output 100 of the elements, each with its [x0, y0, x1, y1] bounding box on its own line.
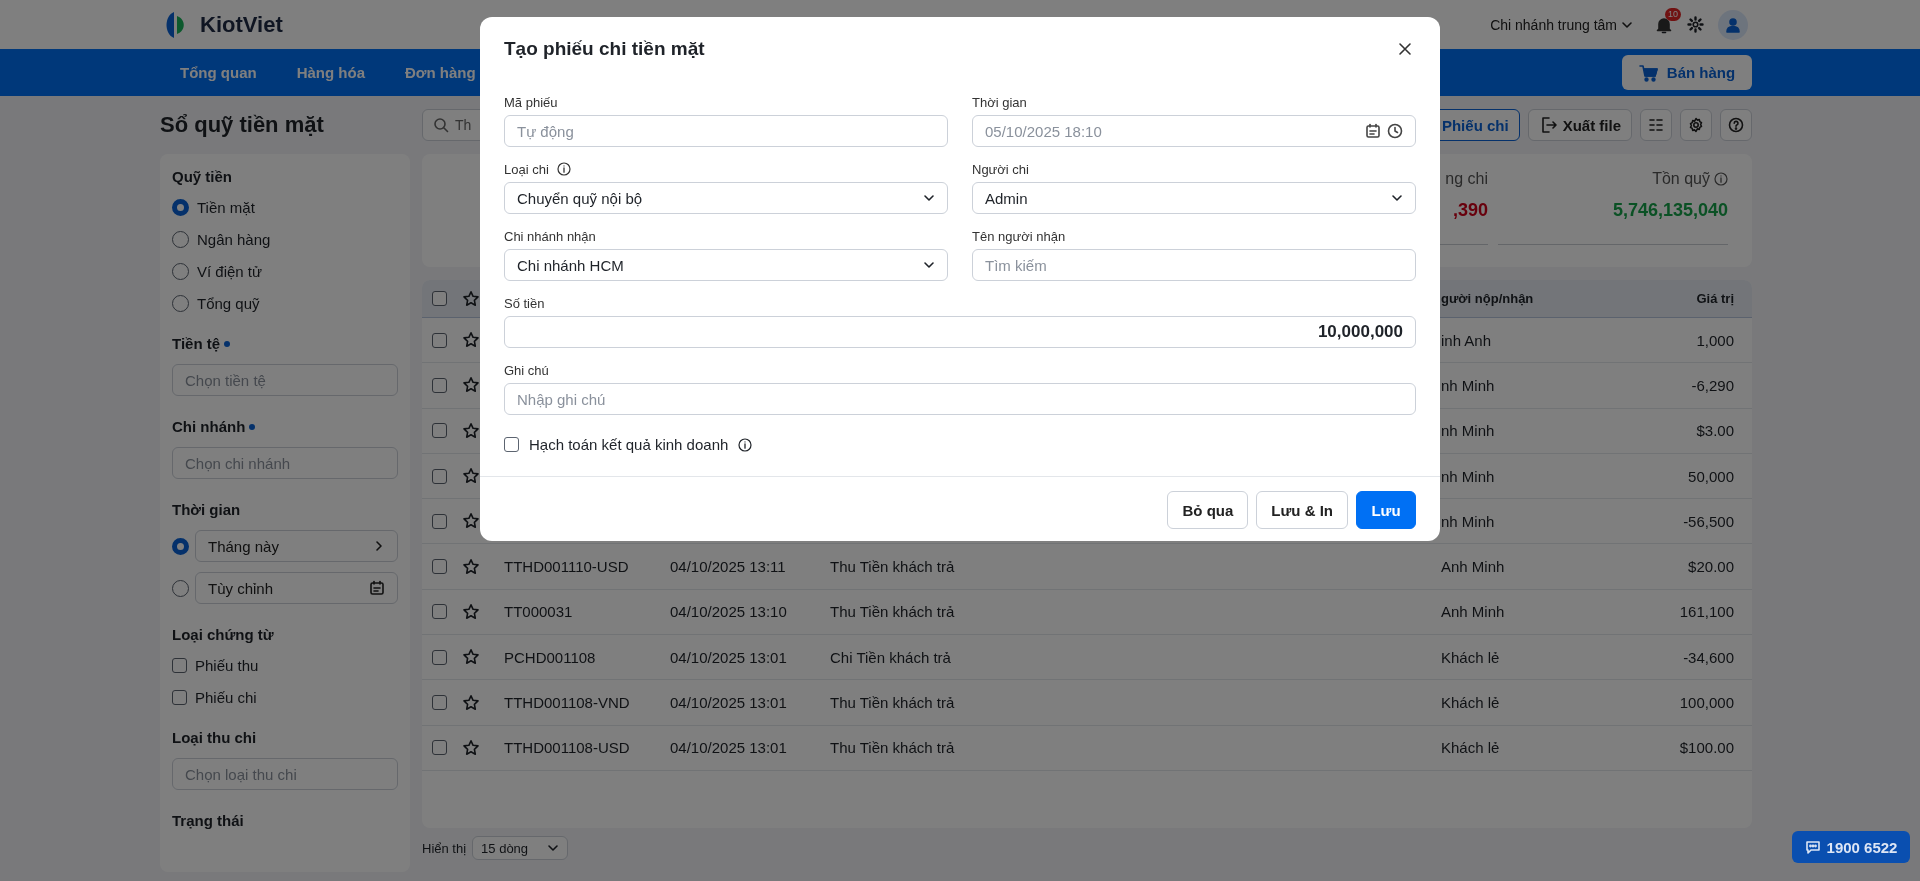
- checkbox-label[interactable]: Hạch toán kết quả kinh doanh: [529, 436, 729, 453]
- star-icon[interactable]: [462, 602, 480, 621]
- row-checkbox[interactable]: [432, 649, 447, 665]
- table-cell-text: 04/10/2025 13:01: [669, 694, 788, 711]
- option-label[interactable]: Phiếu thu: [195, 656, 259, 674]
- section-title: Loại thu chi: [172, 729, 257, 746]
- row-checkbox[interactable]: [432, 468, 447, 484]
- row-checkbox[interactable]: [432, 332, 447, 348]
- dropdown[interactable]: Admin: [972, 182, 1416, 214]
- nav-item[interactable]: Hàng hóa: [276, 64, 385, 81]
- table-cell-text: -56,500: [1682, 512, 1735, 530]
- table-cell-text: 50,000: [1687, 467, 1735, 485]
- star-icon[interactable]: [462, 738, 480, 757]
- table-cell-text: 1,000: [1695, 331, 1735, 349]
- option-label[interactable]: Phiếu chi: [195, 688, 257, 706]
- row-checkbox[interactable]: [432, 604, 447, 620]
- star-icon[interactable]: [462, 693, 480, 712]
- input-field[interactable]: Tự động: [504, 115, 948, 147]
- page-size-select[interactable]: 15 dòng: [472, 836, 569, 860]
- input-field[interactable]: Tìm kiếm: [972, 249, 1416, 281]
- period-field[interactable]: Tháng này: [195, 530, 398, 562]
- option-label[interactable]: Tiền mặt: [197, 198, 255, 216]
- row-checkbox[interactable]: [432, 740, 447, 756]
- radio-button[interactable]: [172, 262, 189, 280]
- table-cell-text: $100.00: [1678, 739, 1735, 757]
- action-button[interactable]: Bỏ qua: [1167, 491, 1249, 529]
- settings-button[interactable]: [1680, 109, 1712, 141]
- radio-button[interactable]: [172, 294, 189, 312]
- option-label[interactable]: Ví điện tử: [197, 262, 263, 280]
- dropdown[interactable]: Chuyển quỹ nội bộ: [504, 182, 948, 214]
- option-label[interactable]: Ngân hàng: [197, 230, 271, 248]
- row-checkbox[interactable]: [432, 423, 447, 439]
- section-title: Quỹ tiền: [172, 168, 232, 185]
- table-cell-text: Anh Minh: [1440, 558, 1506, 576]
- hotline-button[interactable]: 1900 6522: [1792, 831, 1910, 863]
- dropdown[interactable]: Chi nhánh HCM: [504, 249, 948, 281]
- datetime-field[interactable]: 05/10/2025 18:10: [972, 115, 1416, 147]
- section-title: Thời gian: [172, 501, 241, 518]
- row-checkbox[interactable]: [432, 559, 447, 575]
- settings-icon[interactable]: [1687, 16, 1704, 33]
- star-icon[interactable]: [462, 376, 480, 395]
- column-header[interactable]: Giá trị: [1600, 291, 1742, 306]
- nav-item[interactable]: Tổng quan: [160, 64, 277, 81]
- sell-button[interactable]: Bán hàng: [1622, 55, 1752, 90]
- option-label[interactable]: Tổng quỹ: [197, 294, 260, 312]
- table-cell-text: TTHD001108-USD: [503, 739, 631, 757]
- radio-button[interactable]: [172, 537, 189, 555]
- star-icon[interactable]: [462, 467, 480, 486]
- radio-button[interactable]: [172, 230, 189, 248]
- period-field[interactable]: Tùy chỉnh: [195, 572, 398, 604]
- star-icon[interactable]: [462, 331, 480, 350]
- input-field[interactable]: Nhập ghi chú: [504, 383, 1416, 415]
- calendar-icon: [369, 580, 385, 596]
- section-title: Loại chứng từ: [172, 626, 274, 643]
- table-cell-text: $20.00: [1687, 558, 1735, 576]
- bell-icon[interactable]: [1655, 15, 1673, 34]
- export-button[interactable]: Xuất file: [1527, 109, 1632, 141]
- table-cell-text: nh Minh: [1440, 467, 1496, 485]
- save-button[interactable]: Lưu: [1356, 491, 1416, 529]
- table-cell-text: Khách lẻ: [1440, 648, 1501, 666]
- row-checkbox[interactable]: [432, 695, 447, 710]
- chat-icon: [1804, 839, 1821, 855]
- help-button[interactable]: [1720, 109, 1752, 141]
- star-icon[interactable]: [462, 512, 480, 531]
- checkbox[interactable]: [172, 657, 187, 673]
- chevron-right-icon: [373, 540, 385, 552]
- table-cell-text: TTHD001108-VND: [503, 694, 631, 711]
- star-icon[interactable]: [462, 648, 480, 667]
- avatar[interactable]: [1718, 9, 1748, 40]
- section-title: Tiền tệ: [172, 335, 221, 352]
- field-label: Ghi chú: [504, 362, 549, 378]
- table-cell-text: -34,600: [1682, 648, 1735, 666]
- table-cell-text: 04/10/2025 13:11: [669, 558, 787, 576]
- star-icon[interactable]: [462, 289, 480, 308]
- star-icon[interactable]: [462, 421, 480, 440]
- row-checkbox[interactable]: [432, 513, 447, 529]
- action-button[interactable]: Lưu & In: [1256, 491, 1348, 529]
- radio-button[interactable]: [172, 198, 189, 216]
- radio-button[interactable]: [172, 579, 189, 597]
- settings-icon: [1688, 117, 1704, 133]
- cart-icon: [1638, 63, 1659, 82]
- help-icon: [1728, 117, 1744, 133]
- summary-label: Tồn quỹ: [1652, 170, 1710, 188]
- checkbox[interactable]: [172, 689, 187, 705]
- amount-field[interactable]: 10,000,000: [504, 316, 1416, 348]
- select-all-checkbox[interactable]: [432, 291, 447, 306]
- table-cell-text: Thu Tiền khách trả: [829, 739, 956, 757]
- clock-icon: [1387, 123, 1403, 139]
- field-label: Người chi: [972, 161, 1029, 177]
- table-cell-text: Chi Tiền khách trả: [829, 648, 952, 666]
- chevron-down-icon: [923, 192, 935, 204]
- search-icon: [433, 117, 449, 133]
- star-icon[interactable]: [462, 557, 480, 576]
- row-checkbox[interactable]: [432, 377, 447, 393]
- table-cell-text: Thu Tiền khách trả: [829, 694, 956, 711]
- table-cell-text: TT000031: [503, 603, 574, 621]
- columns-button[interactable]: [1640, 109, 1672, 141]
- branch-selector[interactable]: Chi nhánh trung tâm: [1490, 16, 1633, 33]
- checkbox[interactable]: [504, 437, 519, 452]
- table-cell-text: -6,290: [1690, 376, 1735, 394]
